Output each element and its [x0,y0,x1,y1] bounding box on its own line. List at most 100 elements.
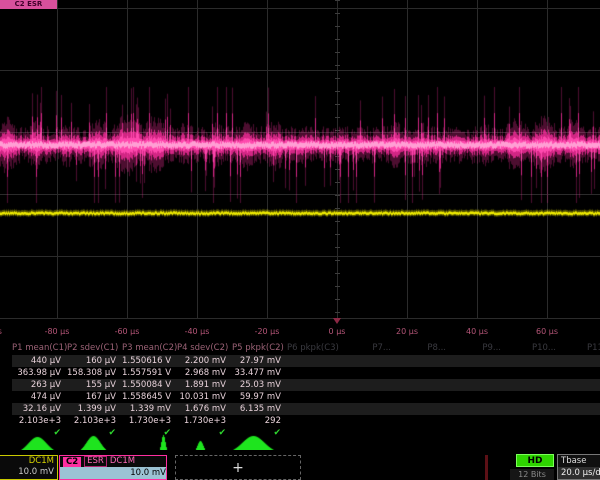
param-header[interactable]: P2 sdev(C1) [67,342,122,355]
c2-esr-tag: ESR [84,456,107,467]
timebase-descriptor[interactable]: Tbase 20.0 µs/div [557,454,600,480]
param-value: 1.730e+3 [177,415,232,427]
param-value-empty [507,367,562,379]
param-value-empty [562,391,600,403]
param-header[interactable]: P3 mean(C2) [122,342,177,355]
param-value: 1.558645 V [122,391,177,403]
param-value-empty [397,391,452,403]
time-axis-label: 40 µs [466,327,488,336]
param-value-empty [562,379,600,391]
param-value-empty [342,403,397,415]
trigger-time-marker[interactable] [333,318,341,324]
param-value-empty [562,403,600,415]
time-axis-label: 20 µs [396,327,418,336]
param-value-empty [507,403,562,415]
param-header[interactable]: P5 pkpk(C2) [232,342,287,355]
param-value: 263 µV [12,379,67,391]
param-value: 167 µV [67,391,122,403]
param-value: 33.477 mV [232,367,287,379]
param-value-empty [342,355,397,367]
param-value-empty [562,415,600,427]
time-axis-label: -40 µs [185,327,210,336]
measure-table: P1 mean(C1)P2 sdev(C1)P3 mean(C2)P4 sdev… [0,342,600,439]
timebase-value: 20.0 µs/div [558,467,600,479]
add-trace-button[interactable]: + [175,455,301,480]
param-value-empty [287,379,342,391]
channel-c2-descriptor[interactable]: C2 ESR DC1M 10.0 mV [59,455,167,480]
param-value-empty [452,367,507,379]
param-value: 25.03 mV [232,379,287,391]
param-header[interactable]: P1 mean(C1) [12,342,67,355]
param-header[interactable]: P4 sdev(C2) [177,342,232,355]
hd-mode-badge[interactable]: HD [516,454,554,467]
param-value-empty [507,379,562,391]
param-value: 160 µV [67,355,122,367]
param-value-empty [452,355,507,367]
param-value: 2.968 mV [177,367,232,379]
param-value-empty [452,379,507,391]
c2-channel-badge: C2 [63,457,81,467]
param-value-empty [342,379,397,391]
param-value-empty [452,391,507,403]
param-header-inactive[interactable]: P6 pkpk(C3) [287,342,342,355]
param-value: 474 µV [12,391,67,403]
param-value: 32.16 µV [12,403,67,415]
param-value: 292 [232,415,287,427]
hd-bits-label: 12 Bits [510,469,554,480]
param-value: 1.399 µV [67,403,122,415]
param-value-empty [287,403,342,415]
param-value-empty [342,367,397,379]
channel-c1-descriptor[interactable]: DC1M 10.0 mV [0,455,58,480]
trace-annotation-label[interactable]: C2 ESR [0,0,57,9]
param-value-empty [397,403,452,415]
param-value: 158.308 µV [67,367,122,379]
param-value: 1.557591 V [122,367,177,379]
c2-coupling-label: DC1M [110,456,135,467]
time-axis-label: 60 µs [536,327,558,336]
param-value-empty [397,379,452,391]
param-value-empty [507,391,562,403]
param-header-inactive[interactable]: P8... [397,342,452,355]
c2-scale-value: 10.0 mV [60,467,166,479]
param-header-inactive[interactable]: P11... [562,342,600,355]
param-header-inactive[interactable]: P9... [452,342,507,355]
cropped-box-edge [485,455,488,480]
param-value: 1.550084 V [122,379,177,391]
param-value: 1.550616 V [122,355,177,367]
param-value-empty [562,355,600,367]
param-value: 6.135 mV [232,403,287,415]
time-axis-label: -20 µs [255,327,280,336]
param-value: 363.98 µV [12,367,67,379]
param-header-inactive[interactable]: P10... [507,342,562,355]
param-value-empty [507,355,562,367]
param-value: 10.031 mV [177,391,232,403]
param-value-empty [342,415,397,427]
param-value: 59.97 mV [232,391,287,403]
waveform-display[interactable] [0,0,600,332]
timebase-label: Tbase [558,455,600,467]
param-value: 2.103e+3 [12,415,67,427]
param-value-empty [287,415,342,427]
param-value-empty [452,403,507,415]
param-value: 1.891 mV [177,379,232,391]
param-value: 2.200 mV [177,355,232,367]
param-value: 2.103e+3 [67,415,122,427]
param-value-empty [287,367,342,379]
c1-coupling-label: DC1M [0,456,57,467]
param-value: 1.339 mV [122,403,177,415]
bottom-bar: DC1M 10.0 mV C2 ESR DC1M 10.0 mV + HD 12… [0,450,600,480]
param-value-empty [287,391,342,403]
param-header-inactive[interactable]: P7... [342,342,397,355]
param-value: 1.676 mV [177,403,232,415]
time-axis-label: 0 µs [329,327,346,336]
param-value: 155 µV [67,379,122,391]
param-value-empty [397,355,452,367]
param-value-empty [562,367,600,379]
param-value-empty [507,415,562,427]
time-axis-label: -80 µs [45,327,70,336]
time-axis-label: -60 µs [115,327,140,336]
param-value-empty [452,415,507,427]
param-value-empty [397,415,452,427]
param-value: 440 µV [12,355,67,367]
param-value-empty [397,367,452,379]
